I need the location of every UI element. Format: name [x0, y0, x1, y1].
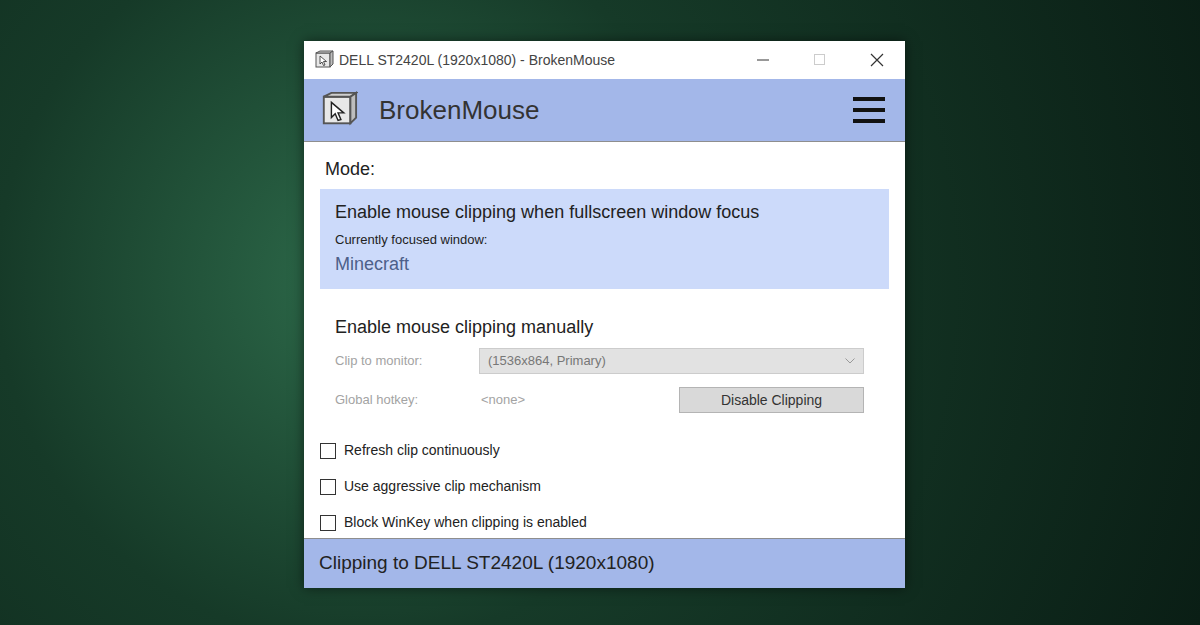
options-list: Refresh clip continuously Use aggressive … [320, 440, 889, 533]
desktop: DELL ST2420L (1920x1080) - BrokenMouse Br… [0, 0, 1200, 625]
minimize-button[interactable] [734, 41, 791, 79]
title-bar[interactable]: DELL ST2420L (1920x1080) - BrokenMouse [304, 41, 905, 79]
status-text: Clipping to DELL ST2420L (1920x1080) [319, 549, 655, 578]
option-checkbox[interactable]: Use aggressive clip mechanism [320, 476, 889, 497]
mode-heading: Mode: [320, 157, 889, 181]
mode-option[interactable]: Enable mouse clipping when fullscreen wi… [320, 189, 889, 289]
close-icon [870, 53, 884, 67]
app-name: BrokenMouse [379, 91, 853, 130]
mode-option[interactable]: Enable mouse clipping manually Clip to mo… [320, 289, 889, 413]
hotkey-value: <none> [479, 390, 679, 410]
window-title: DELL ST2420L (1920x1080) - BrokenMouse [339, 50, 734, 71]
monitor-select: (1536x864, Primary) [479, 348, 864, 374]
checkbox-icon[interactable] [320, 443, 336, 459]
header-bar: BrokenMouse [304, 79, 905, 142]
status-bar: Clipping to DELL ST2420L (1920x1080) [304, 538, 905, 588]
setting-label: Clip to monitor: [335, 351, 479, 371]
checkbox-icon[interactable] [320, 515, 336, 531]
focused-window-label: Currently focused window: [335, 231, 874, 249]
checkbox-icon[interactable] [320, 479, 336, 495]
content: Mode: Enable mouse clipping when fullscre… [304, 142, 905, 538]
app-icon [314, 50, 334, 70]
option-checkbox[interactable]: Refresh clip continuously [320, 440, 889, 461]
option-label: Refresh clip continuously [344, 440, 500, 461]
app-window: DELL ST2420L (1920x1080) - BrokenMouse Br… [304, 41, 905, 588]
minimize-icon [757, 54, 769, 66]
menu-icon[interactable] [853, 96, 885, 124]
setting-row: Global hotkey:<none>Disable Clipping [335, 387, 864, 413]
mode-title: Enable mouse clipping when fullscreen wi… [335, 200, 874, 224]
option-checkbox[interactable]: Block WinKey when clipping is enabled [320, 512, 889, 533]
focused-window-value: Minecraft [335, 252, 874, 276]
app-icon [320, 91, 358, 129]
option-label: Block WinKey when clipping is enabled [344, 512, 587, 533]
mode-title: Enable mouse clipping manually [335, 315, 874, 339]
chevron-down-icon [845, 358, 855, 364]
maximize-button [791, 41, 848, 79]
option-label: Use aggressive clip mechanism [344, 476, 541, 497]
maximize-icon [814, 54, 826, 66]
setting-row: Clip to monitor:(1536x864, Primary) [335, 348, 864, 374]
close-button[interactable] [848, 41, 905, 79]
disable-clipping-button: Disable Clipping [679, 387, 864, 413]
setting-label: Global hotkey: [335, 390, 479, 410]
